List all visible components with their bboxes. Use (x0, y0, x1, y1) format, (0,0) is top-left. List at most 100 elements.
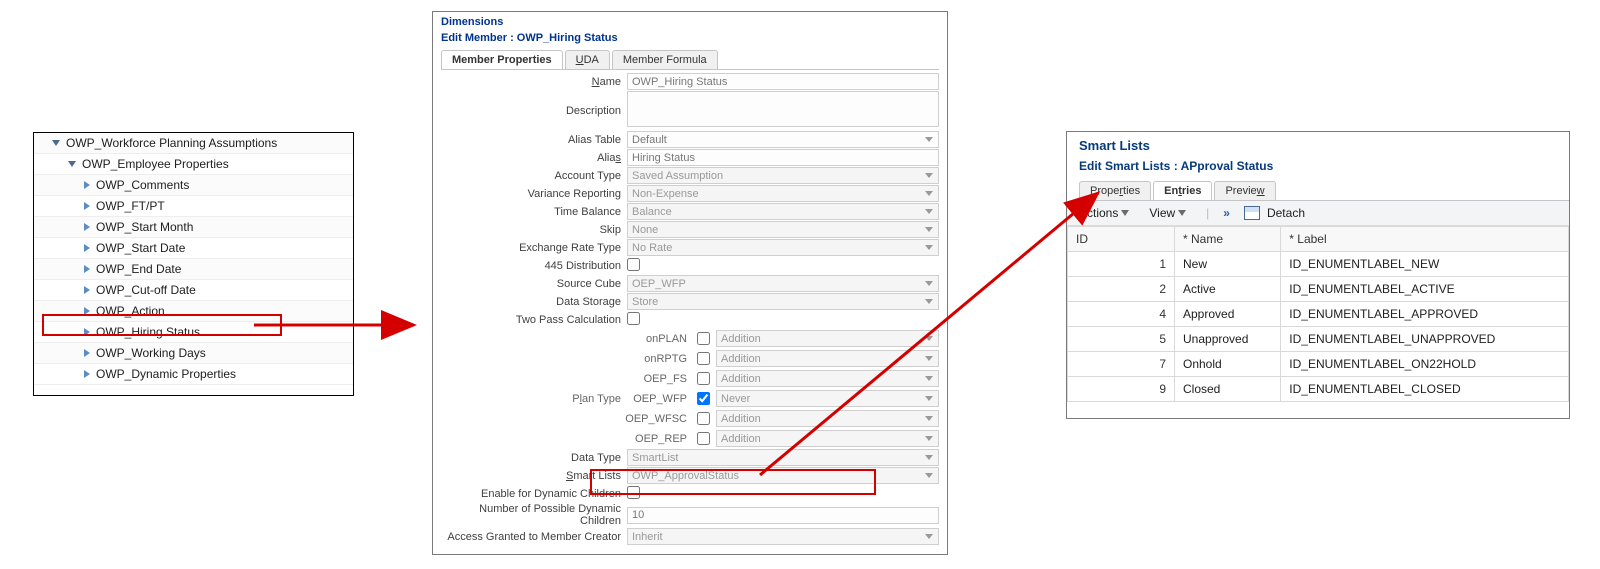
label-time-balance: Time Balance (441, 206, 627, 218)
smartlists-title: Smart Lists (1079, 138, 1559, 153)
dialog-title: Dimensions (441, 16, 939, 28)
table-row[interactable]: 2ActiveID_ENUMENTLABEL_ACTIVE (1068, 277, 1569, 302)
leaf-icon (84, 370, 90, 378)
tab-properties[interactable]: Properties (1079, 181, 1151, 200)
view-menu[interactable]: View (1149, 206, 1192, 220)
tree-label: OWP_Cut-off Date (96, 280, 196, 300)
plan-label: OEP_WFSC (441, 413, 693, 425)
plan-agg-select[interactable]: Addition (716, 430, 939, 447)
tree-item[interactable]: OWP_FT/PT (34, 196, 353, 217)
right-toolbar: Actions View | » Detach (1067, 201, 1569, 226)
right-tabs: Properties Entries Preview (1079, 181, 1569, 201)
account-type-select[interactable]: Saved Assumption (627, 167, 939, 184)
tab-uda[interactable]: UDA (565, 50, 610, 69)
expand-icon[interactable]: » (1223, 206, 1230, 220)
alias-table-select[interactable]: Default (627, 131, 939, 148)
table-row[interactable]: 1NewID_ENUMENTLABEL_NEW (1068, 252, 1569, 277)
tree-group[interactable]: OWP_Employee Properties (34, 154, 353, 175)
col-label[interactable]: * Label (1281, 227, 1569, 252)
source-cube-select[interactable]: OEP_WFP (627, 275, 939, 292)
data-type-select[interactable]: SmartList (627, 449, 939, 466)
cell-label: ID_ENUMENTLABEL_ACTIVE (1281, 277, 1569, 302)
plan-checkbox[interactable] (697, 392, 710, 405)
label-access-granted: Access Granted to Member Creator (441, 531, 627, 543)
description-field[interactable] (627, 91, 939, 127)
tree-root[interactable]: OWP_Workforce Planning Assumptions (34, 133, 353, 154)
tree-item[interactable]: OWP_Start Month (34, 217, 353, 238)
actions-menu[interactable]: Actions (1079, 206, 1135, 220)
col-id[interactable]: ID (1068, 227, 1175, 252)
tree-label: OWP_Start Month (96, 217, 193, 237)
leaf-icon (84, 181, 90, 189)
tab-preview[interactable]: Preview (1214, 181, 1275, 200)
leaf-icon (84, 265, 90, 273)
detach-icon (1244, 206, 1260, 220)
col-name[interactable]: * Name (1175, 227, 1281, 252)
dialog-subtitle: Edit Member : OWP_Hiring Status (441, 32, 939, 44)
skip-select[interactable]: None (627, 221, 939, 238)
label-account-type: Account Type (441, 170, 627, 182)
plan-agg-select[interactable]: Addition (716, 370, 939, 387)
two-pass-checkbox[interactable] (627, 312, 640, 325)
label-445: 445 Distribution (441, 260, 627, 272)
tree-label: OWP_Employee Properties (82, 154, 229, 174)
cell-name: Active (1175, 277, 1281, 302)
tree-label: OWP_Dynamic Properties (96, 364, 236, 384)
table-row[interactable]: 5UnapprovedID_ENUMENTLABEL_UNAPPROVED (1068, 327, 1569, 352)
plan-agg-select[interactable]: Addition (716, 410, 939, 427)
data-storage-select[interactable]: Store (627, 293, 939, 310)
cell-name: Approved (1175, 302, 1281, 327)
access-granted-select[interactable]: Inherit (627, 528, 939, 545)
detach-button[interactable]: Detach (1244, 206, 1305, 220)
plan-agg-select[interactable]: Addition (716, 350, 939, 367)
plan-type-row: onRPTGAddition (441, 349, 939, 368)
445-checkbox[interactable] (627, 258, 640, 271)
cell-id: 5 (1068, 327, 1175, 352)
variance-select[interactable]: Non-Expense (627, 185, 939, 202)
cell-name: Onhold (1175, 352, 1281, 377)
smartlists-highlight (590, 469, 876, 495)
cell-id: 2 (1068, 277, 1175, 302)
label-data-storage: Data Storage (441, 296, 627, 308)
tree-item[interactable]: OWP_Dynamic Properties (34, 364, 353, 385)
expand-icon (68, 161, 76, 167)
hierarchy-tree: OWP_Workforce Planning Assumptions OWP_E… (33, 132, 354, 396)
table-row[interactable]: 7OnholdID_ENUMENTLABEL_ON22HOLD (1068, 352, 1569, 377)
leaf-icon (84, 349, 90, 357)
plan-type-row: Plan Type OEP_WFPNever (441, 389, 939, 408)
chevron-down-icon (1121, 210, 1129, 216)
plan-type-row: OEP_WFSC Addition (441, 409, 939, 428)
plan-checkbox[interactable] (697, 412, 710, 425)
tree-item[interactable]: OWP_Comments (34, 175, 353, 196)
exchange-rate-select[interactable]: No Rate (627, 239, 939, 256)
tab-member-properties[interactable]: Member Properties (441, 50, 563, 69)
plan-checkbox[interactable] (697, 432, 710, 445)
table-row[interactable]: 9ClosedID_ENUMENTLABEL_CLOSED (1068, 377, 1569, 402)
tree-label: OWP_Comments (96, 175, 189, 195)
selection-highlight (42, 314, 282, 336)
tree-item[interactable]: OWP_Cut-off Date (34, 280, 353, 301)
name-field[interactable] (627, 73, 939, 90)
plan-checkbox[interactable] (697, 372, 710, 385)
plan-checkbox[interactable] (697, 352, 710, 365)
center-tabs: Member Properties UDA Member Formula (441, 50, 939, 70)
plan-agg-select[interactable]: Addition (716, 330, 939, 347)
table-row[interactable]: 4ApprovedID_ENUMENTLABEL_APPROVED (1068, 302, 1569, 327)
tab-member-formula[interactable]: Member Formula (612, 50, 718, 69)
label-variance: Variance Reporting (441, 188, 627, 200)
label-exchange-rate: Exchange Rate Type (441, 242, 627, 254)
tree-label: OWP_FT/PT (96, 196, 165, 216)
cell-id: 7 (1068, 352, 1175, 377)
num-dyn-field[interactable] (627, 507, 939, 524)
cell-id: 9 (1068, 377, 1175, 402)
plan-agg-select[interactable]: Never (716, 390, 939, 407)
tree-item[interactable]: OWP_End Date (34, 259, 353, 280)
label-num-dyn: Number of Possible Dynamic Children (441, 503, 627, 527)
tab-entries[interactable]: Entries (1153, 181, 1212, 200)
tree-item[interactable]: OWP_Start Date (34, 238, 353, 259)
alias-field[interactable] (627, 149, 939, 166)
plan-checkbox[interactable] (697, 332, 710, 345)
tree-item[interactable]: OWP_Working Days (34, 343, 353, 364)
time-balance-select[interactable]: Balance (627, 203, 939, 220)
plan-type-row: OEP_REPAddition (441, 429, 939, 448)
